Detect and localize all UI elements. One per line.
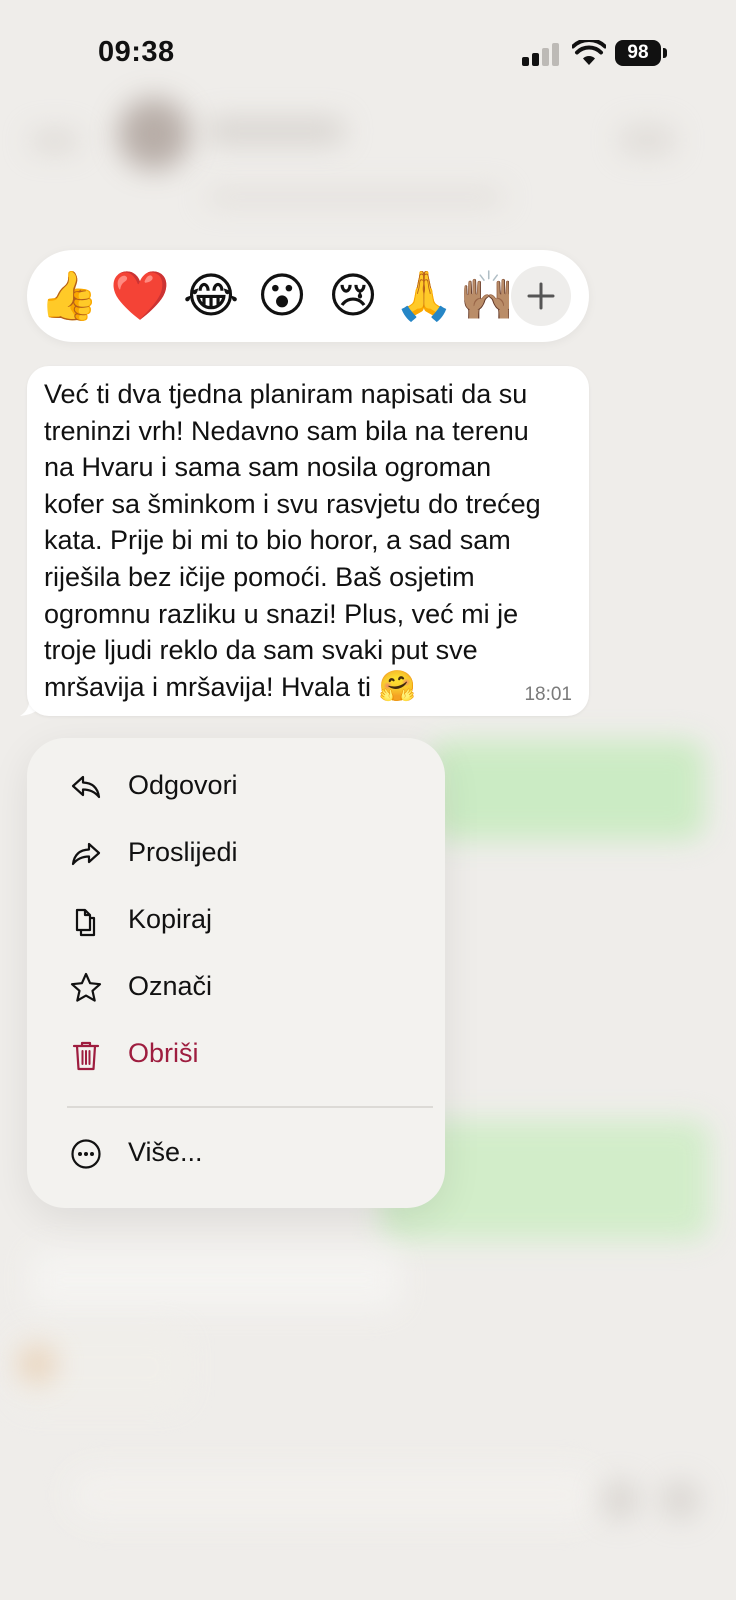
blurred-subtitle (205, 188, 505, 206)
blurred-emoji (18, 1345, 56, 1383)
menu-label-reply: Odgovori (128, 770, 238, 800)
wifi-icon (572, 40, 606, 65)
status-bar: 09:38 98 (0, 0, 736, 100)
reaction-bar: 👍 ❤️ 😂 😮 😢 🙏 🙌🏽 (27, 250, 589, 342)
reaction-raised-hands[interactable]: 🙌🏽 (459, 264, 509, 328)
menu-item-more[interactable]: Više... (27, 1124, 445, 1184)
blurred-contact-name (205, 118, 345, 144)
menu-item-star[interactable]: Označi (27, 958, 445, 1018)
menu-item-delete[interactable]: Obriši (27, 1025, 445, 1085)
blurred-back-button (30, 130, 80, 152)
message-text: Već ti dva tjedna planiram napisati da s… (44, 376, 574, 705)
menu-item-reply[interactable]: Odgovori (27, 757, 445, 817)
reaction-tears-of-joy[interactable]: 😂 (179, 264, 243, 328)
status-time: 09:38 (98, 36, 175, 68)
cellular-signal-icon (522, 42, 560, 66)
more-icon (71, 1139, 101, 1169)
message-body: Već ti dva tjedna planiram napisati da s… (44, 379, 541, 702)
reaction-crying-face[interactable]: 😢 (321, 264, 385, 328)
reaction-thumbs-up[interactable]: 👍 (37, 264, 101, 328)
blurred-incoming-message (30, 1250, 400, 1310)
forward-icon (71, 842, 101, 866)
menu-item-copy[interactable]: Kopiraj (27, 891, 445, 951)
menu-label-forward: Proslijedi (128, 837, 238, 867)
more-reactions-button[interactable] (511, 266, 571, 326)
reaction-folded-hands[interactable]: 🙏 (392, 264, 456, 328)
blurred-outgoing-message (430, 740, 705, 840)
message-context-menu: Odgovori Proslijedi Kopiraj Označi Obriš… (27, 738, 445, 1208)
menu-item-forward[interactable]: Proslijedi (27, 824, 445, 884)
menu-label-star: Označi (128, 971, 213, 1001)
trash-icon (72, 1041, 100, 1071)
reaction-red-heart[interactable]: ❤️ (108, 264, 172, 328)
menu-label-delete: Obriši (128, 1038, 199, 1068)
reaction-surprised-face[interactable]: 😮 (250, 264, 314, 328)
star-icon (70, 972, 102, 1002)
copy-icon (75, 908, 96, 937)
menu-label-copy: Kopiraj (128, 904, 213, 934)
menu-label-more: Više... (128, 1137, 203, 1167)
menu-divider (67, 1106, 433, 1108)
battery-level: 98 (615, 40, 661, 66)
blurred-avatar (118, 98, 190, 170)
blurred-mic-icon (660, 1480, 700, 1520)
blurred-message-input (70, 1470, 600, 1520)
battery-indicator: 98 (615, 40, 667, 66)
message-bubble[interactable]: Već ti dva tjedna planiram napisati da s… (27, 366, 589, 716)
blurred-call-icon (620, 125, 675, 155)
reply-icon (71, 775, 101, 799)
plus-icon (527, 282, 555, 310)
blurred-camera-icon (600, 1480, 640, 1520)
message-timestamp: 18:01 (524, 684, 572, 705)
hugging-face-emoji: 🤗 (378, 668, 416, 704)
